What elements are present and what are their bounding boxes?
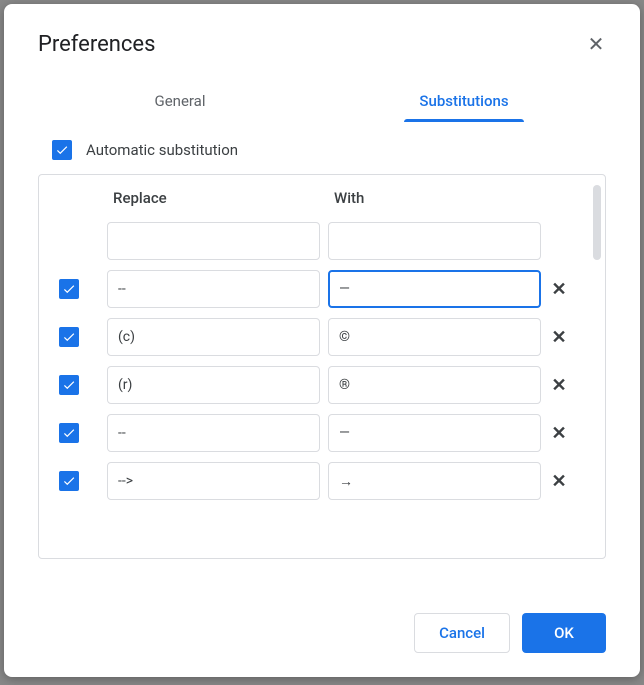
with-input[interactable] [328,270,541,308]
table-header-row: Replace With [59,175,581,217]
close-button[interactable]: ✕ [580,28,612,60]
with-input[interactable] [328,414,541,452]
table-row: ✕ [59,409,581,457]
delete-row-button[interactable]: ✕ [545,467,573,495]
replace-input[interactable] [107,366,320,404]
substitutions-table: Replace With ✕ ✕ ✕ ✕ ✕ [38,174,606,559]
auto-substitution-row: Automatic substitution [4,122,640,174]
preferences-dialog: Preferences ✕ General Substitutions Auto… [4,4,640,677]
table-row: ✕ [59,361,581,409]
tabs: General Substitutions [4,80,640,122]
checkmark-icon [62,474,76,488]
table-row [59,217,581,265]
delete-icon: ✕ [551,423,566,444]
delete-row-button[interactable]: ✕ [545,419,573,447]
with-input[interactable] [328,222,541,260]
table-row: ✕ [59,457,581,505]
replace-input[interactable] [107,222,320,260]
dialog-header: Preferences ✕ [4,4,640,72]
delete-row-button[interactable]: ✕ [545,371,573,399]
delete-icon: ✕ [551,375,566,396]
delete-row-button[interactable]: ✕ [545,323,573,351]
table-scroll-area[interactable]: Replace With ✕ ✕ ✕ ✕ ✕ [39,175,605,558]
ok-button[interactable]: OK [522,613,606,653]
replace-input[interactable] [107,318,320,356]
auto-substitution-checkbox[interactable] [52,140,72,160]
tab-substitutions[interactable]: Substitutions [322,80,606,122]
replace-input[interactable] [107,270,320,308]
table-row: ✕ [59,265,581,313]
tab-general[interactable]: General [38,80,322,122]
column-header-with: With [324,189,545,207]
row-enabled-checkbox[interactable] [59,279,79,299]
checkmark-icon [62,282,76,296]
auto-substitution-label: Automatic substitution [86,141,238,159]
checkmark-icon [62,330,76,344]
row-enabled-checkbox[interactable] [59,471,79,491]
checkmark-icon [55,143,69,157]
scrollbar[interactable] [593,185,601,260]
replace-input[interactable] [107,462,320,500]
column-header-replace: Replace [103,189,324,207]
dialog-title: Preferences [38,32,155,57]
delete-row-button[interactable]: ✕ [545,275,573,303]
checkmark-icon [62,426,76,440]
table-row: ✕ [59,313,581,361]
row-enabled-checkbox[interactable] [59,375,79,395]
row-enabled-checkbox[interactable] [59,423,79,443]
delete-icon: ✕ [551,327,566,348]
delete-icon: ✕ [551,279,566,300]
cancel-button[interactable]: Cancel [414,613,510,653]
row-enabled-checkbox[interactable] [59,327,79,347]
with-input[interactable] [328,318,541,356]
checkmark-icon [62,378,76,392]
with-input[interactable] [328,366,541,404]
with-input[interactable] [328,462,541,500]
close-icon: ✕ [588,32,605,57]
replace-input[interactable] [107,414,320,452]
dialog-footer: Cancel OK [4,589,640,677]
delete-icon: ✕ [551,471,566,492]
